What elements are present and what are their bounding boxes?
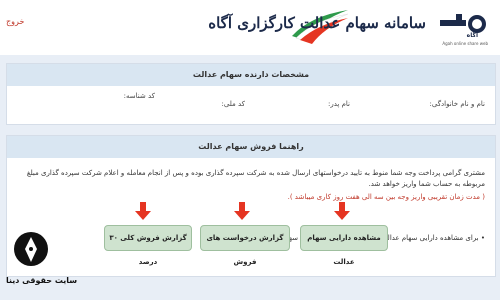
exit-link[interactable]: خروج <box>6 17 24 26</box>
field-father-name: نام پدر: <box>327 100 350 108</box>
view-assets-button[interactable]: مشاهده دارایی سهام عدالت <box>300 225 388 266</box>
total-sale-report-button[interactable]: گزارش فروش کلی ۳۰ درصد <box>104 225 192 266</box>
guide-note: ( مدت زمان تقریبی واریز وجه بین سه الی ه… <box>287 193 485 201</box>
holder-panel-title: مشخصات دارنده سهام عدالت <box>7 64 495 86</box>
guide-paragraph: مشتری گرامی پرداخت وجه شما منوط به تایید… <box>26 169 485 188</box>
field-share-code: کد شناسه: <box>123 92 155 100</box>
field-name: نام و نام خانوادگی: <box>429 100 486 108</box>
sell-requests-report-button[interactable]: گزارش درخواست های فروش <box>200 225 290 266</box>
holder-info-panel: مشخصات دارنده سهام عدالت نام و نام خانوا… <box>6 63 496 125</box>
watermark-text: سایت حقوقی دینا <box>6 276 78 285</box>
field-national-id: کد ملی: <box>221 100 246 108</box>
guide-panel-title: راهنما فروش سهام عدالت <box>7 136 495 158</box>
watermark-logo <box>14 232 48 266</box>
logo-subtitle: Agah online share web <box>442 41 488 46</box>
top-bar: خروج سامانه سهام عدالت کارگزاری آگاه آگا… <box>0 0 500 55</box>
portal-title: سامانه سهام عدالت کارگزاری آگاه <box>208 14 426 32</box>
logo-text: آگاه <box>466 32 478 39</box>
bullet-icon: • <box>478 234 485 242</box>
pen-nib-icon <box>25 237 37 262</box>
